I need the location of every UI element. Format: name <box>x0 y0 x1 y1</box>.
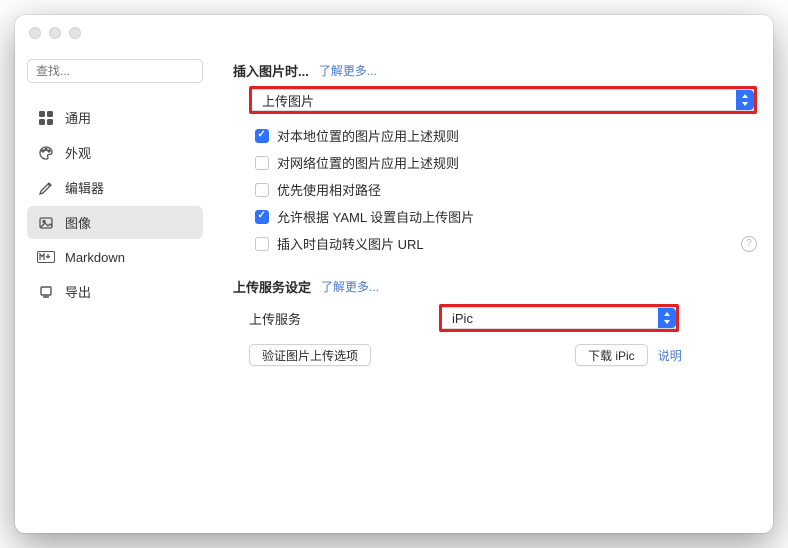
checkbox-icon <box>255 237 269 251</box>
upload-service-select[interactable]: iPic <box>442 307 676 329</box>
grid-icon <box>37 109 55 127</box>
image-icon <box>37 214 55 232</box>
checkbox-label: 对网络位置的图片应用上述规则 <box>277 153 459 172</box>
window-controls <box>29 27 81 39</box>
description-link[interactable]: 说明 <box>658 347 682 364</box>
markdown-icon <box>37 248 55 266</box>
download-ipic-button[interactable]: 下载 iPic <box>575 344 648 366</box>
sidebar-item-image[interactable]: 图像 <box>27 206 203 239</box>
highlight-box-1: 上传图片 <box>249 86 757 114</box>
insert-image-header: 插入图片时... 了解更多... <box>233 61 757 80</box>
palette-icon <box>37 144 55 162</box>
service-label: 上传服务 <box>249 309 419 328</box>
sidebar-item-label: 外观 <box>65 143 91 162</box>
select-value: 上传图片 <box>262 91 314 110</box>
sidebar-item-label: 导出 <box>65 282 91 301</box>
sidebar-item-appearance[interactable]: 外观 <box>27 136 203 169</box>
checkbox-label: 对本地位置的图片应用上述规则 <box>277 126 459 145</box>
sidebar-item-label: 编辑器 <box>65 178 104 197</box>
sidebar-item-label: 图像 <box>65 213 91 232</box>
highlight-box-2: iPic <box>439 304 679 332</box>
pencil-icon <box>37 179 55 197</box>
upload-service-header: 上传服务设定 了解更多... <box>233 277 757 296</box>
checkbox-icon <box>255 210 269 224</box>
insert-action-select[interactable]: 上传图片 <box>252 89 754 111</box>
section-title: 插入图片时... <box>233 61 309 80</box>
download-group: 下载 iPic 说明 <box>575 344 682 366</box>
checkbox-icon <box>255 129 269 143</box>
checkbox-icon <box>255 156 269 170</box>
checkbox-label: 允许根据 YAML 设置自动上传图片 <box>277 207 474 226</box>
select-value: iPic <box>452 311 473 326</box>
upload-service-section: 上传服务设定 了解更多... 上传服务 iPic <box>233 277 757 366</box>
check-relative[interactable]: 优先使用相对路径 <box>233 176 757 203</box>
sidebar-nav: 通用 外观 编辑器 <box>27 101 203 308</box>
zoom-icon[interactable] <box>69 27 81 39</box>
titlebar <box>15 15 773 51</box>
sidebar-item-editor[interactable]: 编辑器 <box>27 171 203 204</box>
main-panel: 插入图片时... 了解更多... 上传图片 对本地位置的图片应用上述规则 <box>215 51 773 533</box>
check-local[interactable]: 对本地位置的图片应用上述规则 <box>233 122 757 149</box>
export-icon <box>37 283 55 301</box>
help-icon[interactable]: ? <box>741 236 757 252</box>
preferences-window: 通用 外观 编辑器 <box>15 15 773 533</box>
window-body: 通用 外观 编辑器 <box>15 51 773 533</box>
sidebar-item-label: Markdown <box>65 250 125 265</box>
checkbox-label: 插入时自动转义图片 URL <box>277 234 424 253</box>
insert-action-row: 上传图片 <box>233 86 757 114</box>
learn-more-link[interactable]: 了解更多... <box>321 278 379 295</box>
sidebar-item-markdown[interactable]: Markdown <box>27 241 203 273</box>
check-remote[interactable]: 对网络位置的图片应用上述规则 <box>233 149 757 176</box>
verify-upload-button[interactable]: 验证图片上传选项 <box>249 344 371 366</box>
chevron-updown-icon <box>658 308 676 328</box>
check-escape-url[interactable]: 插入时自动转义图片 URL ? <box>233 230 757 257</box>
checkbox-icon <box>255 183 269 197</box>
checkbox-label: 优先使用相对路径 <box>277 180 381 199</box>
sidebar: 通用 外观 编辑器 <box>15 51 215 533</box>
close-icon[interactable] <box>29 27 41 39</box>
upload-service-row: 上传服务 iPic <box>233 304 757 332</box>
learn-more-link[interactable]: 了解更多... <box>319 62 377 79</box>
check-yaml[interactable]: 允许根据 YAML 设置自动上传图片 <box>233 203 757 230</box>
upload-buttons-row: 验证图片上传选项 下载 iPic 说明 <box>233 344 757 366</box>
section-title: 上传服务设定 <box>233 277 311 296</box>
sidebar-item-label: 通用 <box>65 108 91 127</box>
minimize-icon[interactable] <box>49 27 61 39</box>
sidebar-item-general[interactable]: 通用 <box>27 101 203 134</box>
search-input[interactable] <box>27 59 203 83</box>
sidebar-item-export[interactable]: 导出 <box>27 275 203 308</box>
chevron-updown-icon <box>736 90 754 110</box>
